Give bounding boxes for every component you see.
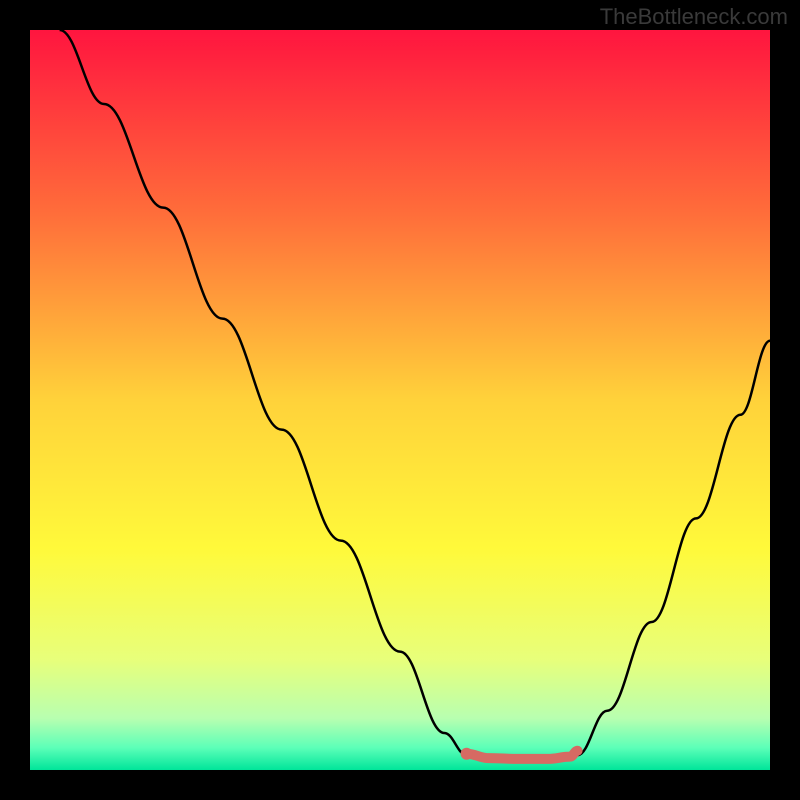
curve-layer xyxy=(30,30,770,770)
plot-area xyxy=(30,30,770,770)
chart-container: TheBottleneck.com xyxy=(0,0,800,800)
watermark-text: TheBottleneck.com xyxy=(600,4,788,30)
highlight-start-dot xyxy=(461,748,473,760)
highlight-curve xyxy=(467,751,578,759)
right-curve xyxy=(578,341,770,755)
left-curve xyxy=(60,30,467,755)
